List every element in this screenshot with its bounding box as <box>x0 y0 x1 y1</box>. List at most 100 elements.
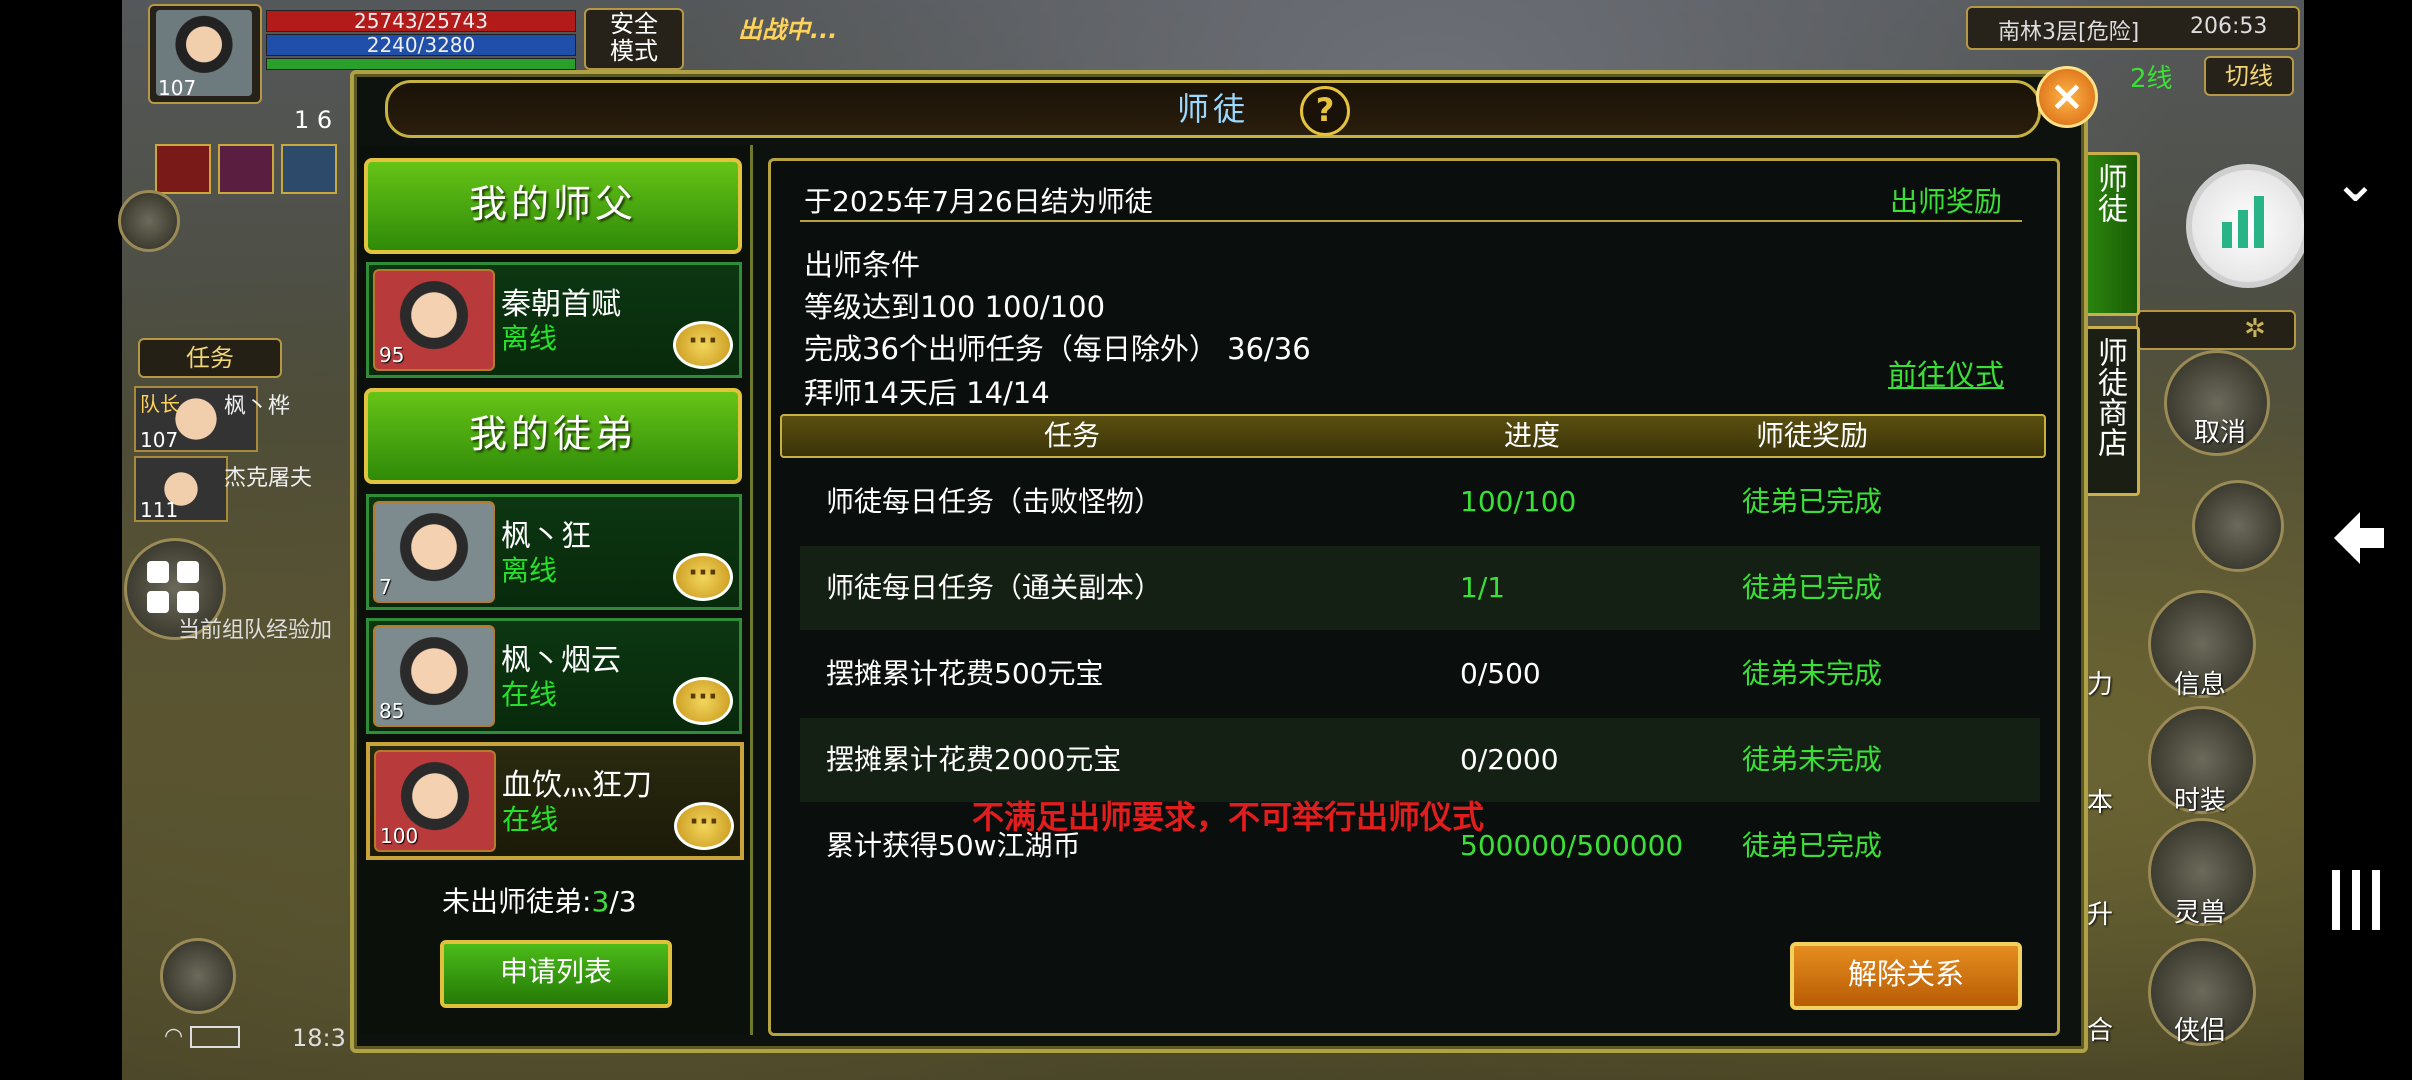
master-status: 离线 <box>501 322 558 355</box>
exp-bar <box>266 58 576 70</box>
info-label: 信息 <box>2173 670 2226 700</box>
fashion-label: 时装 <box>2173 786 2226 816</box>
wifi-icon: ◠ <box>164 1024 184 1049</box>
apprentice-card[interactable]: 7 枫丶狂 离线 ··· <box>366 494 742 610</box>
apprentice-card-selected[interactable]: 100 血饮灬狂刀 在线 ··· <box>366 742 744 860</box>
graduation-warning: 不满足出师要求，不可举行出师仪式 <box>972 798 1485 836</box>
task-reward-status: 徒弟未完成 <box>1742 657 1883 690</box>
conditions-title: 出师条件 <box>804 248 921 282</box>
gold-amount: 1 6 <box>294 106 333 134</box>
mp-bar: 2240/3280 <box>266 34 576 56</box>
hp-text: 25743/25743 <box>354 9 488 33</box>
hud-button[interactable]: ✲ <box>2136 310 2296 350</box>
safe-mode-label: 安全 <box>610 10 658 38</box>
task-progress: 500000/500000 <box>1460 829 1684 862</box>
dialog-title: 师徒 <box>1176 90 1249 128</box>
server-line: 2线 <box>2130 64 2173 94</box>
apprentice-status: 在线 <box>502 803 559 836</box>
apprentice-avatar: 85 <box>373 625 495 727</box>
team-leader-tag: 队长 <box>140 392 180 416</box>
wifi-battery-indicator: ◠ <box>164 1024 274 1050</box>
apprentice-level: 7 <box>379 575 392 599</box>
task-name: 师徒每日任务（通关副本） <box>826 571 1163 604</box>
chat-icon[interactable]: ··· <box>673 321 733 369</box>
task-progress: 0/2000 <box>1460 743 1559 776</box>
battery-icon <box>190 1026 241 1048</box>
tab-master-label: 师徒 <box>2092 163 2127 223</box>
team-member-level: 107 <box>140 428 179 452</box>
back-arrow-icon[interactable] <box>2330 508 2388 568</box>
horse-mount-icon[interactable] <box>160 938 236 1014</box>
close-button[interactable]: × <box>2036 66 2098 128</box>
task-table-header: 任务 进度 师徒奖励 <box>780 414 2046 458</box>
apprentice-status: 离线 <box>501 554 558 587</box>
unfinished-apprentice-count: 未出师徒弟:3/3 <box>442 880 637 920</box>
table-row: 师徒每日任务（击败怪物） 100/100 徒弟已完成 <box>800 460 2040 544</box>
buff-icon[interactable] <box>155 144 211 194</box>
apprentice-card[interactable]: 85 枫丶烟云 在线 ··· <box>366 618 742 734</box>
apprentice-status: 在线 <box>501 678 558 711</box>
safe-mode-sub: 模式 <box>610 37 658 65</box>
tab-shop-label: 师徒商店 <box>2092 337 2127 457</box>
task-reward-status: 徒弟已完成 <box>1742 571 1883 604</box>
clock-time: 18:3 <box>292 1024 346 1052</box>
battle-status-text: 出战中... <box>738 16 838 44</box>
team-exp-text: 当前组队经验加 <box>178 618 333 643</box>
switch-line-button[interactable]: 切线 <box>2204 56 2294 96</box>
header-task: 任务 <box>1043 419 1100 452</box>
chevron-down-icon[interactable]: ⌄ <box>2332 150 2379 215</box>
task-reward-status: 徒弟已完成 <box>1742 829 1883 862</box>
my-master-header: 我的师父 <box>364 158 742 254</box>
buff-icon[interactable] <box>218 144 274 194</box>
task-progress: 1/1 <box>1460 571 1506 604</box>
team-member-name: 杰克屠夫 <box>224 466 313 491</box>
dialog-title-bar: 师徒 <box>385 80 2041 138</box>
signal-stats-icon[interactable] <box>2186 164 2310 288</box>
cancel-label: 取消 <box>2193 418 2246 448</box>
go-ceremony-link[interactable]: 前往仪式 <box>1888 352 2004 394</box>
master-avatar: 95 <box>373 269 495 371</box>
team-member-name: 枫丶桦 <box>224 394 291 419</box>
task-reward-status: 徒弟已完成 <box>1742 485 1883 518</box>
safe-mode-button[interactable]: 安全 模式 <box>584 8 684 70</box>
header-reward: 师徒奖励 <box>1755 419 1868 452</box>
compass-icon[interactable] <box>2192 480 2284 572</box>
apprentice-avatar: 100 <box>374 750 496 852</box>
spirit-beast-label: 灵兽 <box>2173 898 2226 928</box>
table-row: 师徒每日任务（通关副本） 1/1 徒弟已完成 <box>800 546 2040 630</box>
partner-label: 侠侣 <box>2173 1016 2226 1046</box>
unfinished-total: /3 <box>609 885 637 918</box>
tab-task[interactable]: 任务 <box>138 338 282 378</box>
condition-level: 等级达到100 100/100 <box>804 290 1106 324</box>
gear-icon[interactable]: ✲ <box>2244 314 2266 344</box>
location-name: 南林3层[危险] <box>1998 20 2140 45</box>
chat-icon[interactable]: ··· <box>673 677 733 725</box>
location-coords: 206:53 <box>2190 14 2268 39</box>
team-member-avatar[interactable]: 111 <box>134 456 228 522</box>
player-portrait[interactable]: 107 <box>148 4 262 104</box>
master-card[interactable]: 95 秦朝首赋 离线 ··· <box>366 262 742 378</box>
chat-icon[interactable]: ··· <box>674 802 734 850</box>
header-progress: 进度 <box>1503 419 1560 452</box>
apprentice-level: 100 <box>380 824 419 848</box>
graduate-reward-link[interactable]: 出师奖励 <box>1890 180 2002 220</box>
help-icon[interactable]: ? <box>1300 86 1350 136</box>
buff-icon[interactable] <box>281 144 337 194</box>
bond-date-text: 于2025年7月26日结为师徒 <box>804 185 1153 218</box>
task-name: 摆摊累计花费500元宝 <box>826 657 1104 690</box>
apply-list-button[interactable]: 申请列表 <box>440 940 672 1008</box>
location-bar: 南林3层[危险] 206:53 <box>1966 6 2300 50</box>
master-level: 95 <box>379 343 405 367</box>
table-row: 摆摊累计花费2000元宝 0/2000 徒弟未完成 <box>800 718 2040 802</box>
system-navigation-bar: ⌄ <box>2304 0 2412 1080</box>
apprentice-avatar: 7 <box>373 501 495 603</box>
dissolve-relationship-button[interactable]: 解除关系 <box>1790 942 2022 1010</box>
unfinished-count: 3 <box>591 885 610 918</box>
player-level: 107 <box>158 76 197 100</box>
pause-icon[interactable] <box>118 190 180 252</box>
condition-tasks: 完成36个出师任务（每日除外） 36/36 <box>804 332 1311 366</box>
task-name: 摆摊累计花费2000元宝 <box>826 743 1122 776</box>
chat-icon[interactable]: ··· <box>673 553 733 601</box>
condition-days: 拜师14天后 14/14 <box>804 376 1050 410</box>
task-name: 师徒每日任务（击败怪物） <box>826 485 1163 518</box>
